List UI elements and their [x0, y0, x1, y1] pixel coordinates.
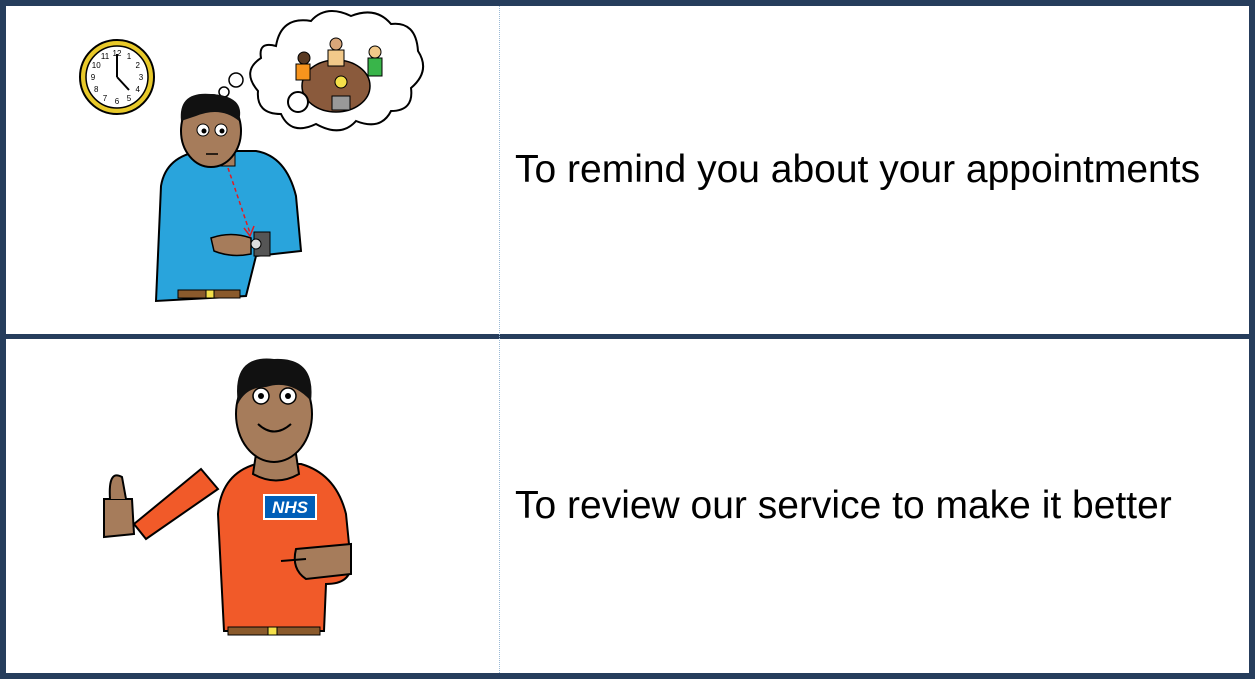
- clock-numeral: 3: [139, 73, 144, 82]
- clock-numeral: 6: [115, 97, 120, 106]
- nhs-logo-text: NHS: [272, 498, 309, 517]
- clock-numeral: 11: [101, 52, 110, 61]
- appointment-reminder-picture: 12 1 2 3 4 5 6 7 8 9 10 11: [6, 6, 499, 334]
- review-illustration: NHS: [103, 358, 353, 636]
- appointment-reminder-cell: To remind you about your appointments: [500, 6, 1249, 334]
- clock-numeral: 12: [113, 49, 122, 58]
- caption-text: To remind you about your appointments: [515, 148, 1201, 191]
- thought-bubble-icon: [218, 10, 425, 132]
- clock-numeral: 9: [91, 73, 96, 82]
- clock-numeral: 2: [136, 61, 141, 70]
- clock-numeral: 4: [136, 85, 141, 94]
- reminder-illustration: 12 12 3 45678 9 1011: [79, 10, 425, 303]
- wall-clock-icon: 12 12 3 45678 9 1011: [79, 39, 155, 115]
- nhs-staff-thumbs-up-icon: NHS: [103, 358, 353, 636]
- clock-numeral: 5: [127, 94, 132, 103]
- clock-numeral: 10: [92, 61, 101, 70]
- service-review-picture: NHS: [6, 339, 499, 673]
- service-review-cell: To review our service to make it better: [500, 339, 1249, 673]
- caption-text: To review our service to make it better: [515, 484, 1172, 527]
- clock-numeral: 1: [127, 52, 132, 61]
- person-checking-watch-icon: [154, 93, 303, 303]
- clock-numeral: 8: [94, 85, 99, 94]
- clock-numeral: 7: [103, 94, 108, 103]
